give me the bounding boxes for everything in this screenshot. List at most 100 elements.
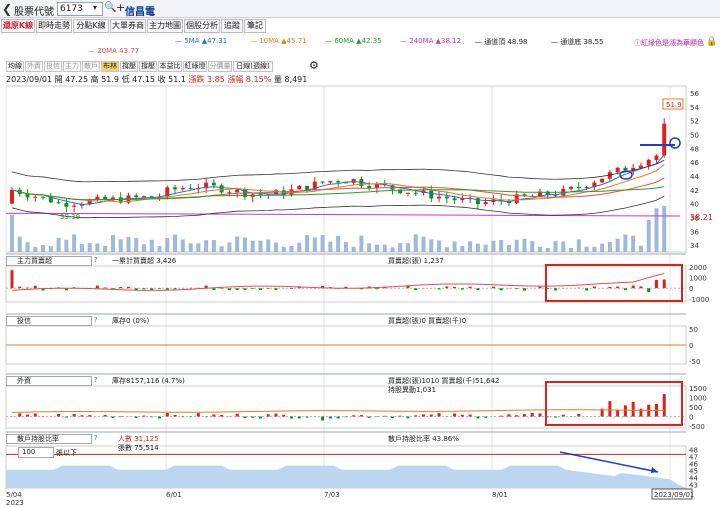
- help-icon[interactable]: ?: [94, 434, 98, 442]
- legend-holding-change: 持股異動1,031: [388, 386, 437, 394]
- lot-threshold-select[interactable]: 100: [18, 447, 54, 458]
- volume-bar: [305, 235, 310, 252]
- volume-bar: [79, 244, 84, 252]
- net-bar: [88, 415, 92, 417]
- panel-tick: 1500: [689, 385, 707, 393]
- candle-body: [336, 181, 341, 183]
- volume-bar: [227, 242, 232, 252]
- stock-chart[interactable]: 56545250484644424038363451.939.39 38.2120…: [0, 0, 720, 507]
- net-bar: [10, 270, 14, 289]
- cursor-date: 2023/09/01: [654, 491, 694, 499]
- volume-bar: [25, 242, 30, 252]
- select-text: 投信: [17, 317, 31, 325]
- net-bar: [142, 288, 146, 290]
- help-icon[interactable]: ?: [94, 376, 98, 384]
- net-bar: [460, 288, 464, 290]
- panel-select-foreign[interactable]: 外資: [6, 376, 92, 386]
- net-bar: [181, 416, 185, 418]
- help-icon[interactable]: ?: [94, 316, 98, 324]
- date-tick: 5/04: [6, 491, 22, 499]
- volume-bar: [631, 235, 636, 252]
- volume-bar: [646, 219, 651, 252]
- net-bar: [414, 288, 418, 291]
- net-bar: [189, 416, 193, 418]
- price-tick: 50: [690, 131, 699, 139]
- net-bar: [274, 288, 278, 291]
- net-bar: [375, 416, 379, 418]
- candle-body: [25, 193, 30, 198]
- panel-select-main-force[interactable]: 主力買賣超: [6, 256, 92, 266]
- net-bar: [608, 286, 612, 289]
- volume-bar: [545, 247, 550, 252]
- panel-header-foreign: 外資 ? 庫存8157,116 (4.7%) 買賣超(張)1010 買賣超(千)…: [6, 376, 686, 394]
- net-bar: [103, 414, 107, 417]
- candle-body: [553, 195, 558, 197]
- net-bar: [460, 414, 464, 417]
- net-bar: [662, 279, 666, 289]
- legend-cumulative: 一累計買賣超 3,426: [112, 257, 177, 265]
- volume-bar: [87, 243, 92, 252]
- net-bar: [220, 414, 224, 417]
- candle-body: [483, 202, 488, 205]
- net-bar: [367, 416, 371, 418]
- net-bar: [119, 287, 123, 289]
- price-tick: 42: [690, 187, 699, 195]
- candle-body: [328, 181, 333, 183]
- volume-bar: [421, 236, 426, 252]
- net-bar: [64, 416, 68, 418]
- volume-bar: [429, 239, 434, 252]
- volume-bar: [382, 244, 387, 252]
- select-text: 主力買賣超: [17, 257, 52, 265]
- volume-bar: [460, 245, 465, 252]
- volume-bar: [336, 235, 341, 252]
- annotation-circle: [669, 137, 681, 149]
- net-bar: [499, 288, 503, 291]
- net-bar: [390, 416, 394, 419]
- net-bar: [26, 287, 30, 289]
- date-tick: 7/03: [324, 491, 340, 499]
- candle-body: [475, 198, 480, 205]
- foreign-panel: [5, 385, 687, 429]
- net-bar: [33, 413, 37, 417]
- net-bar: [414, 415, 418, 417]
- candle-body: [584, 186, 589, 188]
- net-bar: [328, 416, 332, 419]
- net-bar: [561, 414, 565, 417]
- net-bar: [406, 286, 410, 289]
- low-label: 39.39: [60, 213, 80, 221]
- net-bar: [499, 415, 503, 417]
- volume-bar: [204, 240, 209, 252]
- candle-body: [654, 155, 659, 160]
- volume-bar: [289, 246, 294, 252]
- net-bar: [26, 414, 30, 417]
- candle-body: [180, 188, 185, 190]
- panel-select-trust[interactable]: 投信: [6, 316, 92, 326]
- volume-bar: [242, 237, 247, 252]
- volume-bar: [576, 239, 581, 252]
- net-bar: [227, 288, 231, 291]
- volume-bar: [149, 239, 154, 252]
- price-tick: 36: [690, 228, 699, 236]
- net-bar: [344, 416, 348, 418]
- volume-bar: [274, 242, 278, 252]
- price-tick: 34: [690, 242, 699, 250]
- net-bar: [491, 286, 495, 289]
- net-bar: [453, 413, 457, 417]
- net-bar: [305, 416, 309, 418]
- trend-arrow: [559, 451, 659, 473]
- help-icon[interactable]: ?: [94, 256, 98, 264]
- net-bar: [359, 415, 363, 417]
- volume-bar: [188, 243, 193, 252]
- net-bar: [538, 413, 542, 417]
- volume-bar: [312, 237, 317, 252]
- panel-tick: 50: [689, 326, 698, 334]
- panel-tick: 43: [689, 482, 698, 490]
- volume-bar: [406, 243, 410, 252]
- candle-body: [576, 187, 581, 189]
- net-bar: [282, 414, 286, 417]
- price-tick: 46: [690, 159, 699, 167]
- panel-select-retail[interactable]: 散戶持股比率: [6, 434, 92, 444]
- volume-bar: [413, 234, 418, 252]
- price-tick: 40: [690, 201, 699, 209]
- net-bar: [173, 414, 177, 417]
